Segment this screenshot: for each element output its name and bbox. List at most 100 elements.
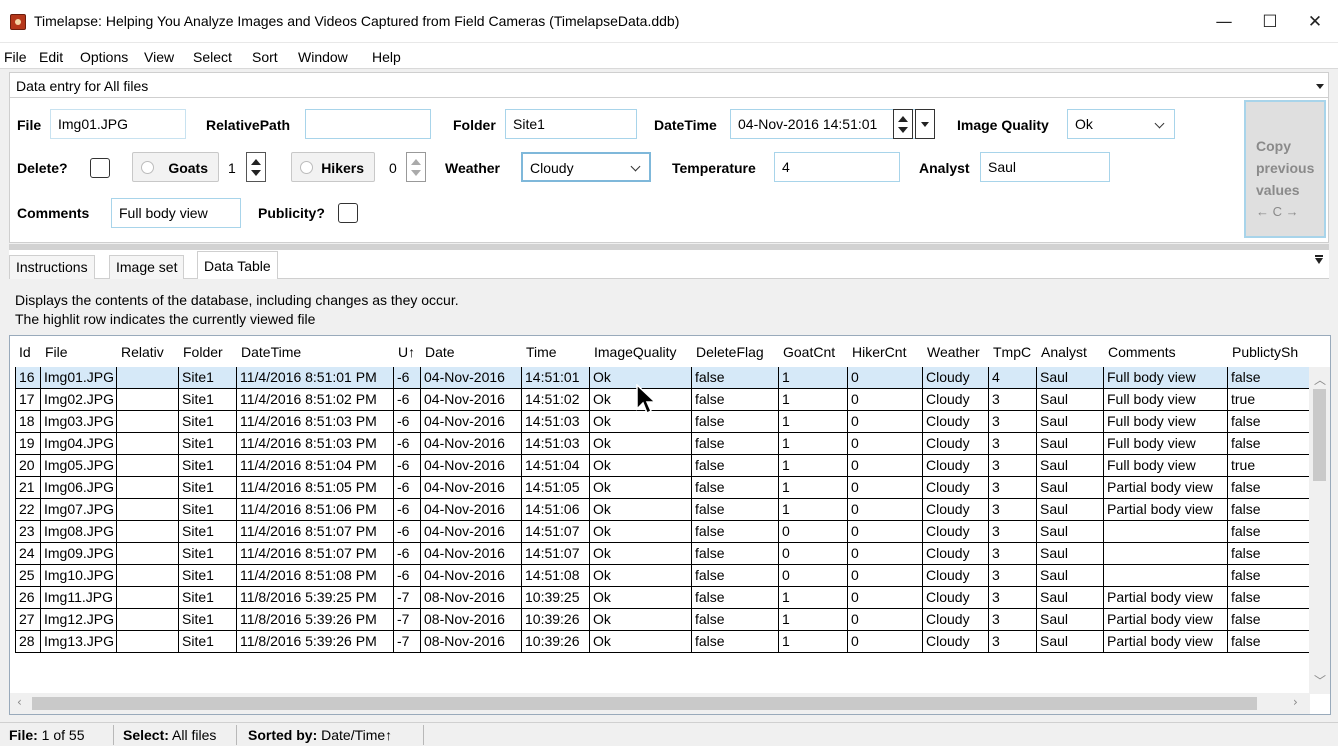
table-cell[interactable]: 04-Nov-2016	[421, 433, 522, 455]
datetime-spinner[interactable]	[893, 109, 913, 139]
publicity-checkbox[interactable]	[338, 203, 358, 223]
table-cell[interactable]: Full body view	[1104, 455, 1228, 477]
table-cell[interactable]: Partial body view	[1104, 631, 1228, 653]
table-cell[interactable]: Site1	[179, 543, 237, 565]
image-quality-select[interactable]: Ok	[1067, 109, 1175, 139]
table-cell[interactable]: false	[1228, 521, 1310, 543]
table-cell[interactable]: Img09.JPG	[41, 543, 117, 565]
table-cell[interactable]: 3	[989, 389, 1037, 411]
table-cell[interactable]: Ok	[590, 433, 692, 455]
table-cell[interactable]: 04-Nov-2016	[421, 477, 522, 499]
table-cell[interactable]: 1	[779, 631, 848, 653]
table-cell[interactable]: 04-Nov-2016	[421, 367, 522, 389]
table-cell[interactable]: 1	[779, 499, 848, 521]
horizontal-scroll-thumb[interactable]	[32, 697, 1257, 710]
table-cell[interactable]: Site1	[179, 631, 237, 653]
table-cell[interactable]: 0	[779, 521, 848, 543]
table-cell[interactable]: Ok	[590, 631, 692, 653]
table-cell[interactable]: -6	[394, 543, 421, 565]
table-cell[interactable]	[117, 631, 179, 653]
table-cell[interactable]: 04-Nov-2016	[421, 499, 522, 521]
table-cell[interactable]: Saul	[1037, 521, 1104, 543]
tab-instructions[interactable]: Instructions	[9, 255, 95, 279]
table-cell[interactable]: false	[692, 433, 779, 455]
table-row[interactable]: 25 Img10.JPG Site1 11/4/2016 8:51:08 PM -6 04…	[10, 565, 1310, 587]
table-cell[interactable]: 04-Nov-2016	[421, 389, 522, 411]
column-header[interactable]: U↑	[398, 344, 421, 360]
table-cell[interactable]: Img12.JPG	[41, 609, 117, 631]
horizontal-scrollbar[interactable]: ‹ ›	[10, 693, 1310, 714]
table-cell[interactable]: 17	[15, 389, 41, 411]
table-cell[interactable]: 3	[989, 499, 1037, 521]
table-cell[interactable]: Saul	[1037, 455, 1104, 477]
decrement-icon[interactable]	[411, 170, 421, 176]
table-cell[interactable]: 14:51:02	[522, 389, 590, 411]
maximize-button[interactable]: ☐	[1247, 0, 1293, 43]
table-cell[interactable]: 11/4/2016 8:51:07 PM	[237, 521, 394, 543]
table-cell[interactable]: Full body view	[1104, 367, 1228, 389]
table-cell[interactable]: 0	[848, 543, 923, 565]
table-cell[interactable]: false	[1228, 543, 1310, 565]
table-cell[interactable]: 3	[989, 477, 1037, 499]
table-cell[interactable]: 1	[779, 389, 848, 411]
table-cell[interactable]: 04-Nov-2016	[421, 455, 522, 477]
table-cell[interactable]: 20	[15, 455, 41, 477]
table-cell[interactable]: 0	[848, 631, 923, 653]
table-cell[interactable]: 14:51:04	[522, 455, 590, 477]
table-cell[interactable]: 11/8/2016 5:39:25 PM	[237, 587, 394, 609]
table-cell[interactable]: 22	[15, 499, 41, 521]
table-cell[interactable]: Cloudy	[923, 565, 989, 587]
table-row[interactable]: 24 Img09.JPG Site1 11/4/2016 8:51:07 PM -6 04…	[10, 543, 1310, 565]
table-cell[interactable]	[117, 477, 179, 499]
table-cell[interactable]: 14:51:07	[522, 543, 590, 565]
table-cell[interactable]: -6	[394, 565, 421, 587]
table-cell[interactable]: 14:51:07	[522, 521, 590, 543]
table-cell[interactable]: 27	[15, 609, 41, 631]
table-cell[interactable]: 10:39:25	[522, 587, 590, 609]
data-entry-header[interactable]: Data entry for All files	[9, 72, 1329, 98]
table-cell[interactable]: 0	[848, 587, 923, 609]
table-cell[interactable]: 19	[15, 433, 41, 455]
table-cell[interactable]	[1104, 543, 1228, 565]
table-cell[interactable]	[117, 411, 179, 433]
table-cell[interactable]: false	[692, 565, 779, 587]
menu-view[interactable]: View	[144, 49, 174, 65]
decrement-icon[interactable]	[898, 127, 908, 133]
table-cell[interactable]: Cloudy	[923, 609, 989, 631]
table-cell[interactable]: 1	[779, 587, 848, 609]
table-cell[interactable]: false	[692, 587, 779, 609]
table-cell[interactable]: Saul	[1037, 565, 1104, 587]
table-cell[interactable]: Saul	[1037, 587, 1104, 609]
table-cell[interactable]: 21	[15, 477, 41, 499]
table-cell[interactable]: 3	[989, 631, 1037, 653]
goats-value[interactable]: 1	[228, 160, 236, 176]
table-cell[interactable]: Ok	[590, 477, 692, 499]
table-cell[interactable]: false	[692, 411, 779, 433]
table-cell[interactable]: -7	[394, 609, 421, 631]
table-cell[interactable]	[1104, 565, 1228, 587]
hikers-spinner[interactable]	[406, 152, 426, 182]
table-cell[interactable]	[117, 543, 179, 565]
hikers-counter-button[interactable]: Hikers	[291, 152, 375, 182]
table-cell[interactable]	[117, 521, 179, 543]
table-cell[interactable]: 0	[848, 433, 923, 455]
table-cell[interactable]: 1	[779, 433, 848, 455]
table-cell[interactable]: 3	[989, 587, 1037, 609]
table-cell[interactable]: Saul	[1037, 389, 1104, 411]
table-cell[interactable]: 04-Nov-2016	[421, 411, 522, 433]
table-cell[interactable]: 3	[989, 609, 1037, 631]
table-cell[interactable]: Site1	[179, 609, 237, 631]
table-cell[interactable]: 3	[989, 455, 1037, 477]
hikers-value[interactable]: 0	[389, 160, 397, 176]
table-cell[interactable]: 14:51:01	[522, 367, 590, 389]
vertical-scrollbar[interactable]: ︿ ﹀	[1309, 367, 1330, 694]
table-cell[interactable]: 11/4/2016 8:51:08 PM	[237, 565, 394, 587]
menu-window[interactable]: Window	[298, 49, 348, 65]
table-cell[interactable]: Site1	[179, 367, 237, 389]
table-cell[interactable]: 04-Nov-2016	[421, 565, 522, 587]
menu-edit[interactable]: Edit	[39, 49, 63, 65]
table-cell[interactable]	[117, 433, 179, 455]
scroll-down-icon[interactable]: ﹀	[1314, 672, 1326, 689]
table-cell[interactable]: Ok	[590, 543, 692, 565]
table-cell[interactable]: Partial body view	[1104, 499, 1228, 521]
